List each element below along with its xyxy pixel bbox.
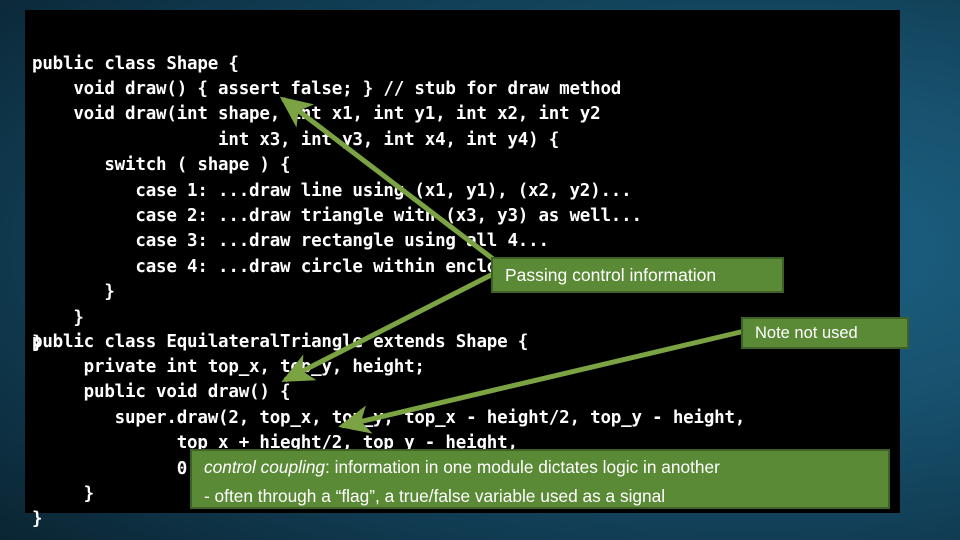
coupling-line-1-rest: : information in one module dictates log… bbox=[325, 457, 720, 477]
callout-note-not-used: Note not used bbox=[741, 317, 909, 349]
callout-passing-label: Passing control information bbox=[505, 264, 717, 285]
coupling-line-2: - often through a “flag”, a true/false v… bbox=[204, 486, 666, 506]
slide-canvas: public class Shape { void draw() { asser… bbox=[0, 0, 960, 540]
coupling-line-1: control coupling: information in one mod… bbox=[204, 454, 878, 480]
callout-passing-control-information: Passing control information bbox=[491, 257, 784, 293]
coupling-term: control coupling bbox=[204, 457, 326, 477]
callout-control-coupling-definition: control coupling: information in one mod… bbox=[190, 449, 890, 509]
callout-note-label: Note not used bbox=[755, 323, 858, 342]
code-block-shape-class: public class Shape { void draw() { asser… bbox=[32, 53, 673, 353]
